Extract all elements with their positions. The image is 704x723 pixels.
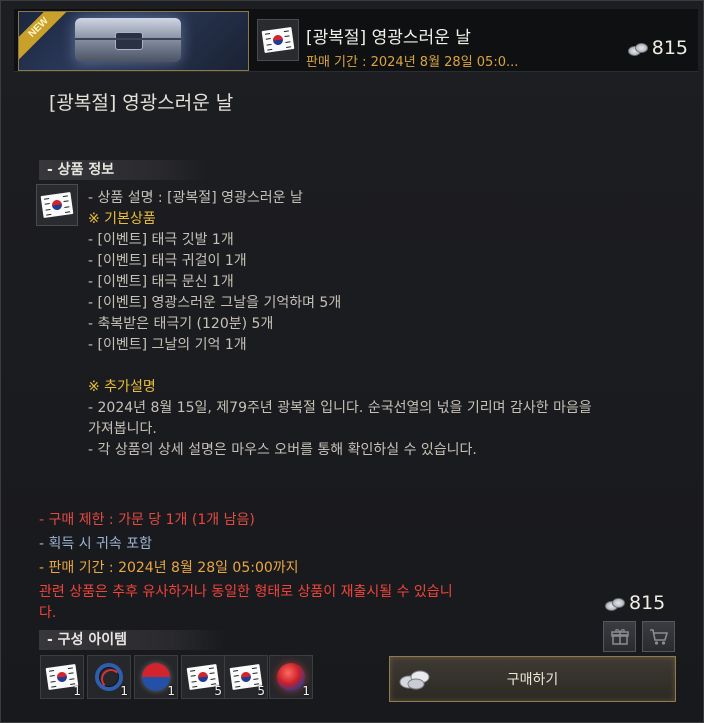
extra-description-line: 가져봅니다.: [88, 421, 157, 437]
taegeuk-tattoo-icon: [142, 663, 170, 691]
extra-description-line: - 2024년 8월 15일, 제79주년 광복절 입니다. 순국선열의 넋을 …: [88, 400, 592, 416]
item-count: 1: [120, 684, 128, 698]
taegeuk-earring-icon: [95, 663, 123, 691]
header-sale-period: 판매 기간 : 2024년 8월 28일 05:0...: [306, 55, 519, 70]
purchase-limit-remaining: 1: [197, 512, 207, 528]
component-item-slot[interactable]: 1: [87, 655, 131, 699]
purchase-limit-suffix: 개 남음): [206, 512, 255, 528]
item-hero-image: NEW: [18, 11, 249, 71]
bound-on-acquire: - 획득 시 귀속 포함: [39, 536, 153, 552]
taegeuk-orb-icon: [277, 663, 305, 691]
item-thumbnail: [257, 19, 299, 61]
purchase-limit: - 구매 제한 : 가문 당 1개 (1개 남음): [39, 509, 255, 529]
item-count: 1: [302, 684, 310, 698]
add-to-cart-button[interactable]: [642, 621, 675, 652]
purchase-price-value: 815: [629, 592, 666, 614]
korean-flag-icon: [261, 27, 295, 53]
header-price-value: 815: [651, 37, 688, 59]
item-count: 5: [257, 684, 265, 698]
component-item-slot[interactable]: 1: [269, 655, 313, 699]
buy-button[interactable]: 구매하기: [389, 656, 676, 702]
gift-icon: [610, 628, 629, 645]
korean-flag-icon: [40, 192, 74, 218]
product-title: [광복절] 영광스러운 날: [49, 92, 234, 114]
header-price: 815: [627, 37, 688, 59]
item-count: 1: [73, 684, 81, 698]
relaunch-notice-cont: 다.: [39, 605, 57, 621]
silver-coin-icon: [627, 42, 648, 56]
basic-item: - [이벤트] 태극 귀걸이 1개: [88, 253, 247, 269]
sale-period: - 판매 기간 : 2024년 8월 28일 05:00까지: [39, 560, 299, 576]
relaunch-notice: 관련 상품은 추후 유사하거나 동일한 형태로 상품이 재출시될 수 있습니: [39, 584, 453, 600]
purchase-limit-prefix: - 구매 제한 : 가문 당 1개 (: [39, 512, 198, 528]
shop-item-panel: NEW [광복절] 영광스러운 날 판매 기간 : 2024년 8월 28일 0…: [0, 0, 704, 723]
extra-description-heading: ※ 추가설명: [88, 379, 156, 395]
basic-items-heading: ※ 기본상품: [88, 211, 156, 227]
item-count: 1: [167, 684, 175, 698]
product-info-thumbnail: [36, 184, 78, 226]
silver-coin-icon: [605, 597, 625, 611]
header-title: [광복절] 영광스러운 날: [306, 28, 471, 48]
basic-item: - 축복받은 태극기 (120분) 5개: [88, 316, 274, 332]
purchase-price: 815: [605, 592, 665, 614]
basic-item: - [이벤트] 태극 깃발 1개: [88, 232, 234, 248]
item-count: 5: [214, 684, 222, 698]
new-badge: NEW: [19, 12, 73, 62]
cart-icon: [649, 628, 668, 645]
section-product-info: - 상품 정보: [39, 160, 207, 180]
product-description: - 상품 설명 : [광복절] 영광스러운 날: [88, 190, 303, 206]
treasure-chest-icon: [75, 18, 181, 62]
component-item-slot[interactable]: 5: [181, 655, 225, 699]
item-header: NEW [광복절] 영광스러운 날 판매 기간 : 2024년 8월 28일 0…: [14, 9, 698, 72]
basic-item: - [이벤트] 태극 문신 1개: [88, 274, 234, 290]
component-item-slot[interactable]: 1: [40, 655, 84, 699]
section-components: - 구성 아이템: [39, 630, 227, 650]
buy-button-label: 구매하기: [506, 672, 559, 688]
silver-coins-icon: [399, 670, 430, 690]
component-item-slot[interactable]: 1: [134, 655, 178, 699]
basic-item: - [이벤트] 그날의 기억 1개: [88, 337, 247, 353]
basic-item: - [이벤트] 영광스러운 그날을 기억하며 5개: [88, 295, 342, 311]
component-item-slot[interactable]: 5: [224, 655, 268, 699]
extra-description-line: - 각 상품의 상세 설명은 마우스 오버를 통해 확인하실 수 있습니다.: [88, 442, 477, 458]
gift-button[interactable]: [603, 621, 636, 652]
